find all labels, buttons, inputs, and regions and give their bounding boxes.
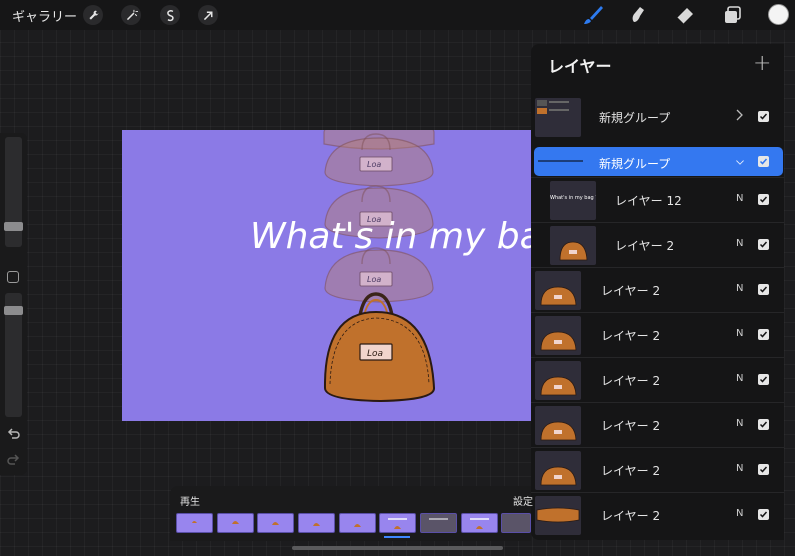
layer-name: レイヤー 2	[601, 374, 661, 388]
layer-row-2[interactable]: レイヤー 2 N	[531, 312, 784, 357]
timeline-frame-current[interactable]	[379, 513, 416, 533]
settings-button[interactable]: 設定	[513, 493, 533, 508]
brush-icon[interactable]	[582, 4, 604, 26]
layers-icon[interactable]	[721, 4, 743, 26]
layer-thumbnail	[535, 406, 581, 445]
play-button[interactable]: 再生	[180, 493, 200, 508]
layer-row-2[interactable]: レイヤー 2 N	[531, 267, 784, 312]
blend-mode[interactable]: N	[736, 283, 743, 294]
visibility-checkbox[interactable]	[758, 464, 769, 475]
layer-name: レイヤー 2	[601, 419, 661, 433]
layer-name: レイヤー 2	[601, 329, 661, 343]
blend-mode[interactable]: N	[736, 193, 743, 204]
add-layer-button[interactable]: +	[753, 51, 771, 76]
layer-row-2[interactable]: レイヤー 2 N	[531, 447, 784, 492]
blend-mode[interactable]: N	[736, 508, 743, 519]
timeline-frame[interactable]	[257, 513, 294, 533]
layer-thumbnail: What's in my bag ?	[550, 181, 596, 220]
layer-thumbnail	[535, 361, 581, 400]
left-sidebar	[0, 133, 27, 475]
layer-name: 新規グループ	[599, 111, 671, 125]
layers-panel: レイヤー + 新規グループ 新規グループ What's in my bag ? …	[531, 44, 784, 540]
layer-row-2[interactable]: レイヤー 2 N	[531, 222, 784, 267]
timeline-frame[interactable]	[176, 513, 213, 533]
layer-row-12[interactable]: What's in my bag ? レイヤー 12 N	[531, 177, 784, 222]
group-line	[538, 160, 583, 162]
visibility-checkbox[interactable]	[758, 239, 769, 250]
layer-name: 新規グループ	[599, 157, 671, 171]
layer-thumbnail	[550, 226, 596, 265]
visibility-checkbox[interactable]	[758, 509, 769, 520]
opacity-thumb[interactable]	[4, 306, 23, 315]
smudge-icon[interactable]	[627, 4, 649, 26]
layer-thumbnail	[535, 496, 581, 535]
layer-row-2[interactable]: レイヤー 2 N	[531, 357, 784, 402]
layer-thumbnail	[535, 271, 581, 310]
layer-thumbnail	[535, 451, 581, 490]
chevron-down-icon[interactable]	[735, 155, 745, 169]
group-thumbnail	[535, 98, 581, 137]
timeline-frame[interactable]	[298, 513, 335, 533]
layer-name: レイヤー 12	[615, 194, 682, 208]
home-indicator[interactable]	[292, 546, 503, 550]
selection-icon[interactable]	[160, 5, 180, 25]
bag-tag-text: Loa	[367, 349, 383, 359]
blend-mode[interactable]: N	[736, 238, 743, 249]
blend-mode[interactable]: N	[736, 463, 743, 474]
chevron-right-icon[interactable]	[734, 108, 744, 122]
layer-name: レイヤー 2	[601, 284, 661, 298]
visibility-checkbox[interactable]	[758, 329, 769, 340]
blend-mode[interactable]: N	[736, 418, 743, 429]
bag-illustration: Loa Loa Loa Loa	[323, 130, 435, 403]
undo-icon[interactable]	[6, 427, 21, 442]
top-toolbar: ギャラリー	[0, 0, 795, 30]
layer-row-2[interactable]: レイヤー 2 N	[531, 402, 784, 447]
visibility-checkbox[interactable]	[758, 156, 769, 167]
visibility-checkbox[interactable]	[758, 194, 769, 205]
visibility-checkbox[interactable]	[758, 374, 769, 385]
layer-row-group-1[interactable]: 新規グループ	[531, 95, 784, 140]
timeline-playhead[interactable]	[384, 536, 410, 538]
layer-name: レイヤー 2	[601, 509, 661, 523]
redo-icon[interactable]	[6, 453, 21, 468]
ghost-tag-text: Loa	[367, 160, 381, 169]
transform-arrow-icon[interactable]	[198, 5, 218, 25]
layer-name: レイヤー 2	[601, 464, 661, 478]
canvas-title-text: What's in my bag ?	[250, 216, 531, 257]
timeline-frame[interactable]	[420, 513, 457, 533]
thumb-text: What's in my bag ?	[550, 195, 596, 201]
drawing-canvas[interactable]: Loa Loa Loa Loa What's in my bag ?	[122, 130, 531, 421]
blend-mode[interactable]: N	[736, 373, 743, 384]
blend-mode[interactable]: N	[736, 328, 743, 339]
gallery-button[interactable]: ギャラリー	[12, 6, 77, 25]
visibility-checkbox[interactable]	[758, 111, 769, 122]
timeline-frame[interactable]	[461, 513, 498, 533]
eraser-icon[interactable]	[674, 4, 696, 26]
timeline-frame[interactable]	[217, 513, 254, 533]
layers-panel-title: レイヤー	[548, 57, 612, 76]
layer-row-2[interactable]: レイヤー 2 N	[531, 492, 784, 537]
layer-row-group-2-selected[interactable]: 新規グループ	[534, 147, 783, 176]
animation-assist-bar: 再生 設定	[170, 486, 533, 541]
ghost-tag-text: Loa	[367, 275, 381, 284]
brush-size-thumb[interactable]	[4, 222, 23, 231]
visibility-checkbox[interactable]	[758, 419, 769, 430]
layer-name: レイヤー 2	[615, 239, 675, 253]
magic-wand-icon[interactable]	[121, 5, 141, 25]
timeline-frame[interactable]	[339, 513, 376, 533]
color-picker-button[interactable]	[768, 4, 789, 25]
visibility-checkbox[interactable]	[758, 284, 769, 295]
timeline-frame[interactable]	[501, 513, 531, 533]
modifier-button[interactable]	[7, 271, 19, 283]
layer-thumbnail	[535, 316, 581, 355]
wrench-icon[interactable]	[83, 5, 103, 25]
